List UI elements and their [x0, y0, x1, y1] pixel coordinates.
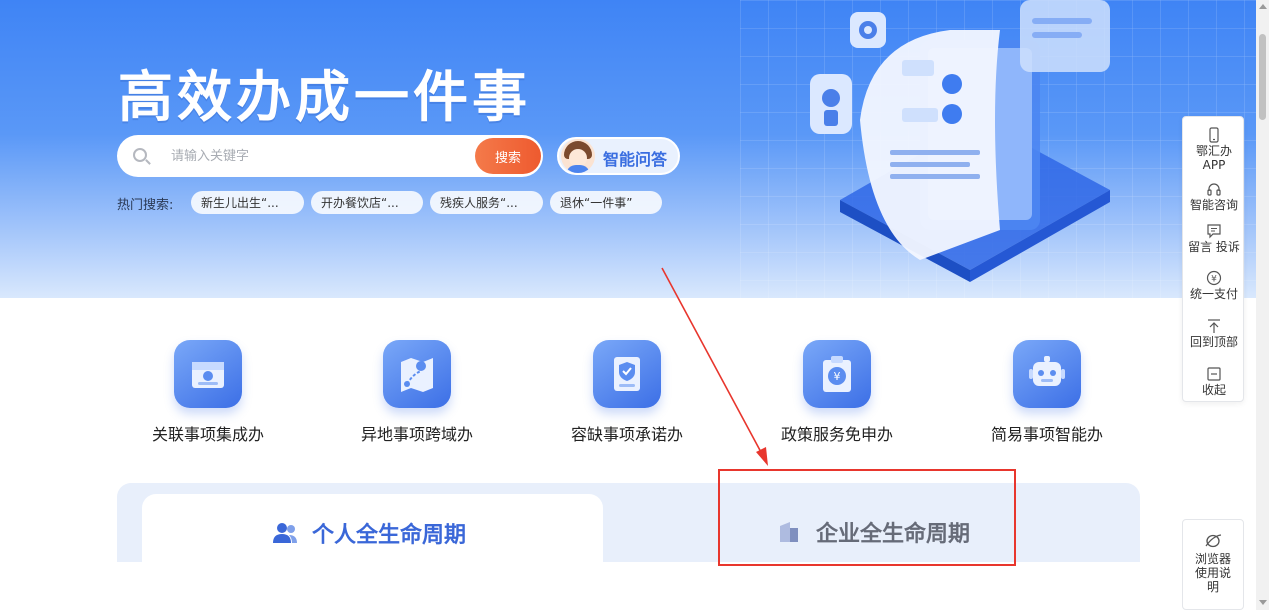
unified-payment-label: 统一支付: [1189, 287, 1238, 301]
hot-search-label: 热门搜索:: [117, 198, 174, 213]
collapse-icon: [1207, 367, 1221, 381]
service-integrated[interactable]: 关联事项集成办: [128, 340, 288, 445]
svg-text:¥: ¥: [834, 370, 841, 383]
arrow-top-icon: [1208, 319, 1220, 333]
back-to-top-label: 回到顶部: [1189, 335, 1238, 349]
service-label: 异地事项跨域办: [360, 425, 473, 444]
service-cross-region[interactable]: 异地事项跨域办: [337, 340, 497, 445]
hot-search-tag[interactable]: 开办餐饮店“...: [311, 191, 423, 214]
tab-enterprise-label: 企业全生命周期: [816, 522, 971, 547]
browser-help-label: 浏览器使用说明: [1194, 552, 1231, 594]
smart-consult-label: 智能咨询: [1189, 198, 1238, 212]
assistant-avatar-icon: [561, 139, 595, 173]
floating-toolbar: 鄂汇办APP 智能咨询 留言 投诉 ¥ 统一支付 回到顶部 收起: [1182, 116, 1244, 402]
message-icon: [1207, 224, 1221, 239]
ai-qa-button[interactable]: 智能问答: [557, 137, 680, 175]
scrollbar-thumb[interactable]: [1259, 34, 1266, 120]
browser-icon: [1205, 534, 1222, 548]
hot-search-tag[interactable]: 残疾人服务“...: [430, 191, 543, 214]
back-to-top-button[interactable]: 回到顶部: [1183, 318, 1245, 349]
scroll-up-arrow-icon[interactable]: [1259, 4, 1267, 9]
search-input[interactable]: [171, 143, 461, 169]
hot-search-tag[interactable]: 退休“一件事”: [550, 191, 662, 214]
svg-text:¥: ¥: [1211, 275, 1217, 285]
headset-icon: [1207, 183, 1221, 196]
ai-qa-label: 智能问答: [603, 150, 668, 169]
map-route-icon: [383, 340, 451, 408]
browser-help-button[interactable]: 浏览器使用说明: [1182, 519, 1244, 610]
search-icon: [133, 148, 147, 162]
message-complaint-button[interactable]: 留言 投诉: [1183, 223, 1245, 254]
robot-icon: [1013, 340, 1081, 408]
vertical-scrollbar[interactable]: [1256, 0, 1269, 610]
service-label: 简易事项智能办: [990, 425, 1103, 444]
service-label: 容缺事项承诺办: [570, 425, 683, 444]
message-complaint-label: 留言 投诉: [1188, 240, 1240, 254]
service-label: 政策服务免申办: [780, 425, 893, 444]
banner-illustration: [810, 0, 1110, 282]
users-icon: [273, 523, 297, 543]
phone-icon: [1209, 127, 1219, 143]
building-icon: [780, 522, 798, 542]
service-commitment[interactable]: 容缺事项承诺办: [547, 340, 707, 445]
tab-personal-label: 个人全生命周期: [312, 523, 467, 548]
scroll-down-arrow-icon[interactable]: [1259, 600, 1267, 605]
service-smart[interactable]: 简易事项智能办: [967, 340, 1127, 445]
tab-personal-lifecycle[interactable]: 个人全生命周期: [142, 494, 603, 610]
search-bar: 搜索: [117, 135, 543, 177]
unified-payment-button[interactable]: ¥ 统一支付: [1183, 270, 1245, 301]
collapse-button[interactable]: 收起: [1183, 366, 1245, 397]
app-download-button[interactable]: 鄂汇办APP: [1183, 127, 1245, 172]
collapse-label: 收起: [1201, 383, 1226, 397]
box-icon: [174, 340, 242, 408]
service-policy[interactable]: ¥ 政策服务免申办: [757, 340, 917, 445]
yuan-icon: ¥: [1206, 270, 1222, 286]
page-title: 高效办成一件事: [118, 65, 532, 129]
hero-banner: 高效办成一件事 搜索 智能问答 热门搜索: 新生儿出生“... 开办餐饮店“..…: [0, 0, 1256, 298]
hot-search-tag[interactable]: 新生儿出生“...: [191, 191, 304, 214]
clipboard-yuan-icon: ¥: [803, 340, 871, 408]
search-button[interactable]: 搜索: [475, 138, 541, 174]
tab-enterprise-lifecycle[interactable]: 企业全生命周期: [718, 469, 1015, 566]
service-label: 关联事项集成办: [151, 425, 264, 444]
app-download-label: 鄂汇办APP: [1195, 144, 1232, 172]
page: 高效办成一件事 搜索 智能问答 热门搜索: 新生儿出生“... 开办餐饮店“..…: [0, 0, 1269, 610]
document-shield-icon: [593, 340, 661, 408]
smart-consult-button[interactable]: 智能咨询: [1183, 181, 1245, 212]
